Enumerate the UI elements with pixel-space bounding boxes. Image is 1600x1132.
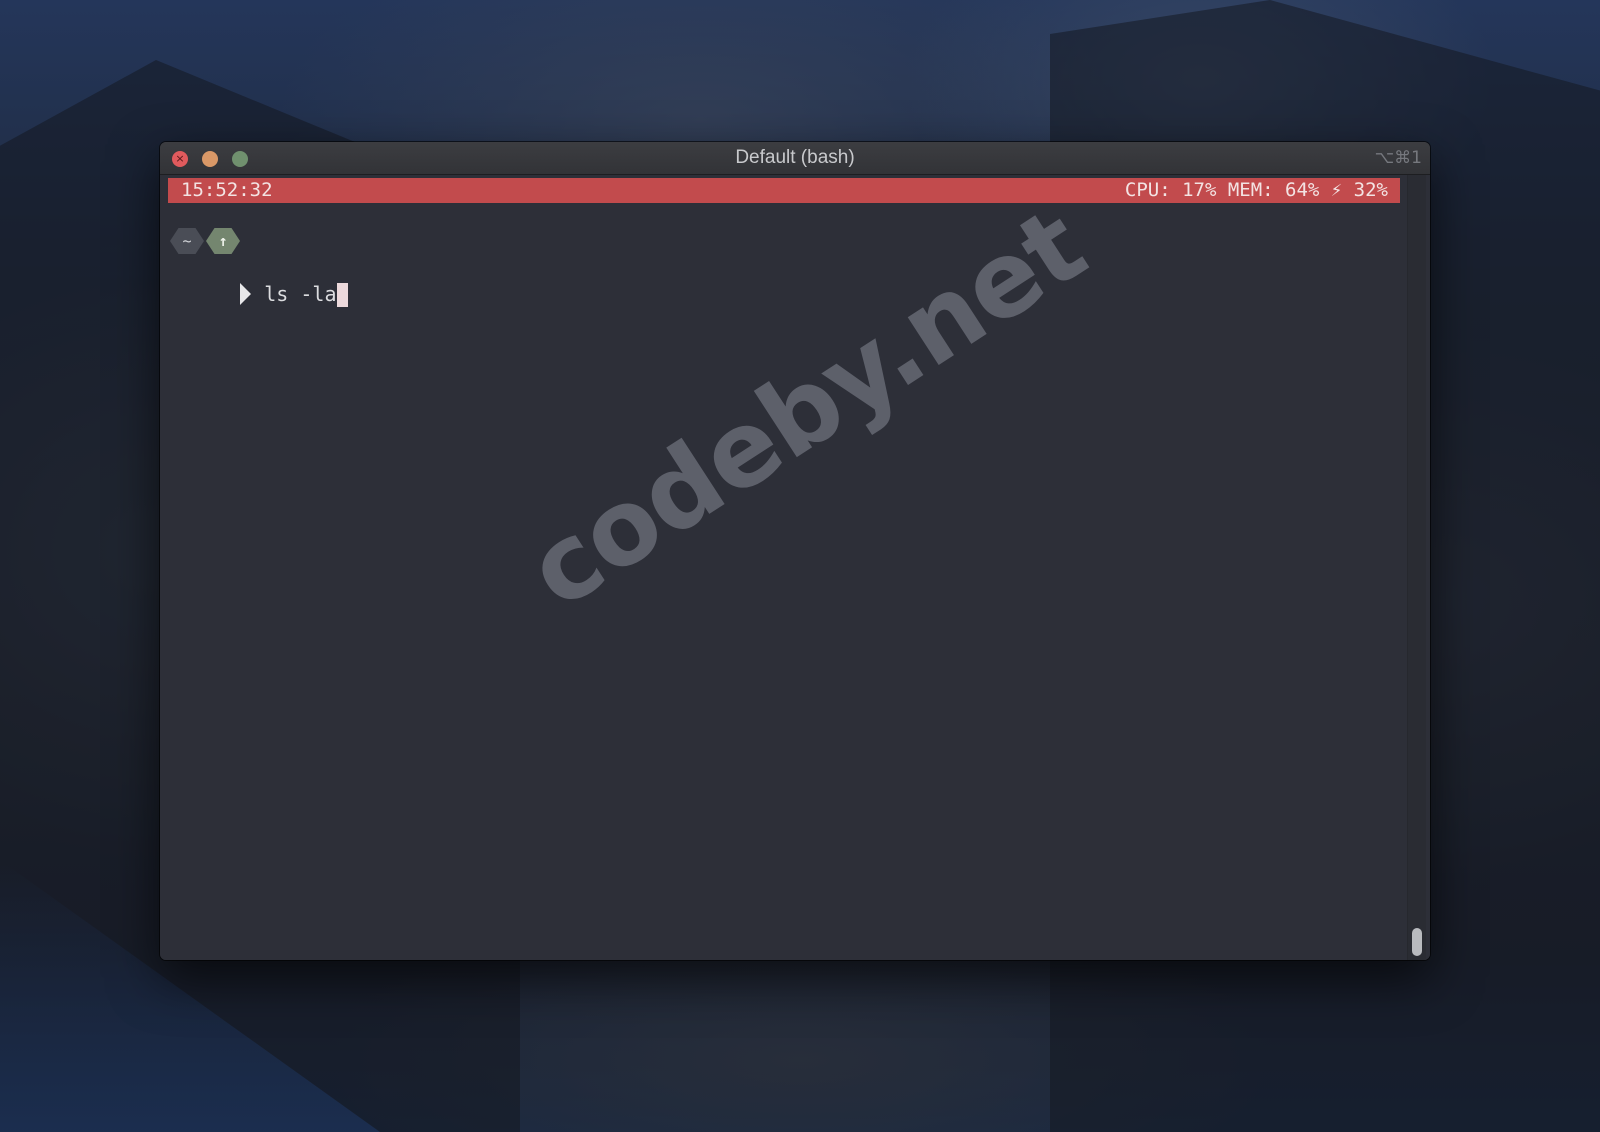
command-text: ls -la — [264, 282, 337, 306]
scrollbar-track[interactable] — [1407, 175, 1426, 960]
git-status-badge: ↑ — [206, 228, 240, 254]
terminal-window: × Default (bash) ⌥⌘1 15:52:32 CPU: 17% M… — [160, 142, 1430, 960]
window-title: Default (bash) — [735, 147, 855, 168]
window-shortcut-label: ⌥⌘1 — [1374, 148, 1422, 168]
window-titlebar[interactable]: × Default (bash) ⌥⌘1 — [160, 142, 1430, 175]
scrollbar-thumb[interactable] — [1412, 928, 1422, 956]
status-system-stats: CPU: 17% MEM: 64% ⚡ 32% — [1124, 179, 1388, 201]
tmux-status-bar: 15:52:32 CPU: 17% MEM: 64% ⚡ 32% — [168, 178, 1400, 203]
home-directory-badge: ~ — [170, 228, 204, 254]
status-time: 15:52:32 — [181, 179, 273, 201]
command-line[interactable]: ls -la — [168, 255, 348, 307]
terminal-area[interactable]: 15:52:32 CPU: 17% MEM: 64% ⚡ 32% ~ ↑ ls … — [160, 175, 1430, 960]
prompt-arrow-icon — [240, 282, 252, 305]
text-cursor — [336, 282, 348, 307]
